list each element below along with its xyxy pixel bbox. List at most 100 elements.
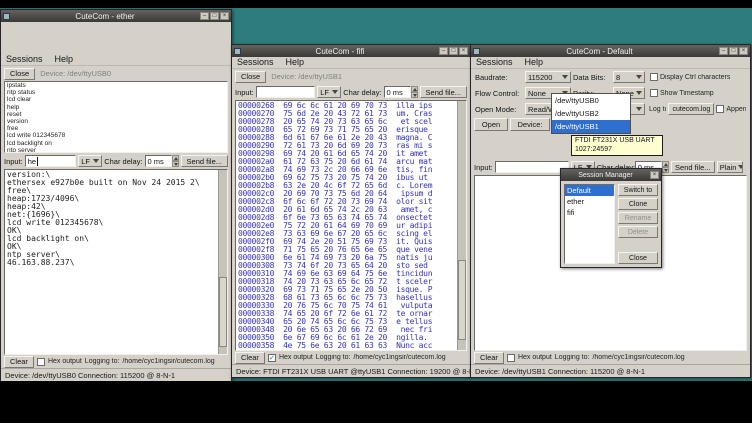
append-checkbox[interactable] <box>716 105 724 113</box>
hex-output-checkbox[interactable] <box>507 354 515 362</box>
menubar: Sessions Help <box>471 57 750 69</box>
char-delay-spinner[interactable]: 0 ms <box>145 155 179 167</box>
menu-help[interactable]: Help <box>55 54 74 65</box>
menu-sessions[interactable]: Sessions <box>476 57 513 68</box>
history-item[interactable]: lcd write 012345678 <box>7 132 225 139</box>
maximize-icon[interactable]: □ <box>449 47 458 55</box>
spinner-arrows[interactable] <box>172 155 179 167</box>
minimize-icon[interactable]: – <box>200 12 209 20</box>
output-line: ethersex e927b0e built on Nov 24 2015 2\ <box>7 179 225 187</box>
titlebar[interactable]: CuteCom - Default – □ × <box>471 45 750 57</box>
char-delay-spinner[interactable]: 0 ms <box>384 86 418 98</box>
log-path[interactable]: /home/cyc1ingsir/cutecom.log <box>592 354 684 361</box>
clear-button[interactable]: Clear <box>235 352 265 364</box>
session-manager-dialog: Session Manager × Defaultetherfifi Switc… <box>560 168 662 268</box>
dialog-button[interactable]: Clone <box>618 198 658 210</box>
flow-control-label: Flow Control: <box>475 89 523 98</box>
append-label: Append <box>726 106 746 113</box>
footer-row: Clear Hex output Logging to: /home/cyc1i… <box>471 351 750 364</box>
show-timestamp-checkbox[interactable] <box>650 89 658 97</box>
eol-combo[interactable]: LF <box>78 155 102 167</box>
input-mode-combo[interactable]: Plain <box>717 161 743 173</box>
scrollbar-thumb[interactable] <box>219 277 227 347</box>
status-bar: Device: /dev/ttyUSB0 Connection: 115200 … <box>1 368 231 381</box>
app-icon <box>473 48 480 55</box>
device-tab[interactable]: Device: <box>510 118 550 131</box>
log-file-button[interactable]: cutecom.log <box>668 103 714 115</box>
hex-output-checkbox[interactable]: ✓ <box>268 354 276 362</box>
history-item[interactable]: lcd clear <box>7 96 225 103</box>
menu-sessions[interactable]: Sessions <box>6 54 43 65</box>
send-file-button[interactable]: Send file... <box>181 155 228 167</box>
dialog-titlebar[interactable]: Session Manager × <box>561 169 661 181</box>
window-cutecom-fifi: CuteCom - fifi – □ × Sessions Help Close… <box>231 44 471 378</box>
scrollbar[interactable] <box>457 101 466 350</box>
menu-sessions[interactable]: Sessions <box>237 57 274 68</box>
history-item[interactable]: free <box>7 125 225 132</box>
clear-button[interactable]: Clear <box>4 356 34 368</box>
history-item[interactable]: ntp status <box>7 89 225 96</box>
window-controls: – □ × <box>439 47 468 55</box>
spinner-arrows[interactable] <box>662 161 669 173</box>
logging-label: Logging to: <box>85 358 120 365</box>
history-item[interactable]: help <box>7 104 225 111</box>
session-list-item[interactable]: Default <box>565 185 614 196</box>
log-path[interactable]: /home/cyc1ingsir/cutecom.log <box>122 358 214 365</box>
dialog-close-button[interactable]: Close <box>618 252 658 264</box>
hex-output-label: Hex output <box>518 354 552 361</box>
titlebar[interactable]: CuteCom - fifi – □ × <box>232 45 470 57</box>
chevron-down-icon <box>636 107 642 111</box>
input-field[interactable]: he <box>25 155 76 167</box>
history-item[interactable]: ipstats <box>7 82 225 89</box>
session-list[interactable]: Defaultetherfifi <box>564 184 615 264</box>
dialog-title: Session Manager <box>563 170 648 181</box>
window-controls: – □ × <box>719 47 748 55</box>
close-icon[interactable]: × <box>739 47 748 55</box>
logging-label: Logging to: <box>555 354 590 361</box>
app-icon <box>234 48 241 55</box>
send-file-button[interactable]: Send file... <box>671 161 715 173</box>
minimize-icon[interactable]: – <box>439 47 448 55</box>
device-option[interactable]: /dev/ttyUSB1 <box>552 120 630 133</box>
history-item[interactable]: version <box>7 118 225 125</box>
scrollbar-thumb[interactable] <box>458 260 466 340</box>
hex-output-area[interactable]: 00000268 69 6c 6c 61 20 69 70 73 illa ip… <box>235 100 467 351</box>
input-field[interactable] <box>495 161 569 173</box>
maximize-icon[interactable]: □ <box>210 12 219 20</box>
device-option[interactable]: /dev/ttyUSB0 <box>552 94 630 107</box>
chevron-down-icon <box>562 75 568 79</box>
hex-output-checkbox[interactable] <box>37 358 45 366</box>
terminal-output[interactable]: version:\ethersex e927b0e built on Nov 2… <box>4 169 228 355</box>
session-list-item[interactable]: fifi <box>565 207 614 218</box>
input-field[interactable] <box>256 86 315 98</box>
dialog-button: Rename <box>618 212 658 224</box>
command-history-list[interactable]: ipstatsntp statuslcd clearhelpresetversi… <box>4 81 228 153</box>
close-connection-button[interactable]: Close <box>235 71 266 83</box>
minimize-icon[interactable]: – <box>719 47 728 55</box>
baudrate-combo[interactable]: 115200 <box>525 71 571 83</box>
menu-help[interactable]: Help <box>525 57 544 68</box>
display-ctrl-checkbox[interactable] <box>650 73 658 81</box>
history-item[interactable]: reset <box>7 111 225 118</box>
close-icon[interactable]: × <box>650 171 659 179</box>
log-path[interactable]: /home/cyc1ingsir/cutecom.log <box>353 354 445 361</box>
send-file-button[interactable]: Send file... <box>420 86 467 98</box>
dialog-button[interactable]: Switch to <box>618 184 658 196</box>
history-item[interactable]: lcd backlight on <box>7 140 225 147</box>
clear-button[interactable]: Clear <box>474 352 504 364</box>
eol-combo[interactable]: LF <box>317 86 341 98</box>
close-icon[interactable]: × <box>459 47 468 55</box>
device-option[interactable]: /dev/ttyUSB2 <box>552 107 630 120</box>
menu-help[interactable]: Help <box>286 57 305 68</box>
session-list-item[interactable]: ether <box>565 196 614 207</box>
close-icon[interactable]: × <box>220 12 229 20</box>
footer-row: Clear ✓ Hex output Logging to: /home/cyc… <box>232 351 470 364</box>
input-label: Input: <box>4 157 23 166</box>
titlebar[interactable]: CuteCom - ether – □ × <box>1 10 231 22</box>
scrollbar[interactable] <box>218 170 227 354</box>
data-bits-combo[interactable]: 8 <box>613 71 645 83</box>
maximize-icon[interactable]: □ <box>729 47 738 55</box>
open-button[interactable]: Open <box>474 118 508 131</box>
close-connection-button[interactable]: Close <box>4 68 35 80</box>
spinner-arrows[interactable] <box>411 86 418 98</box>
